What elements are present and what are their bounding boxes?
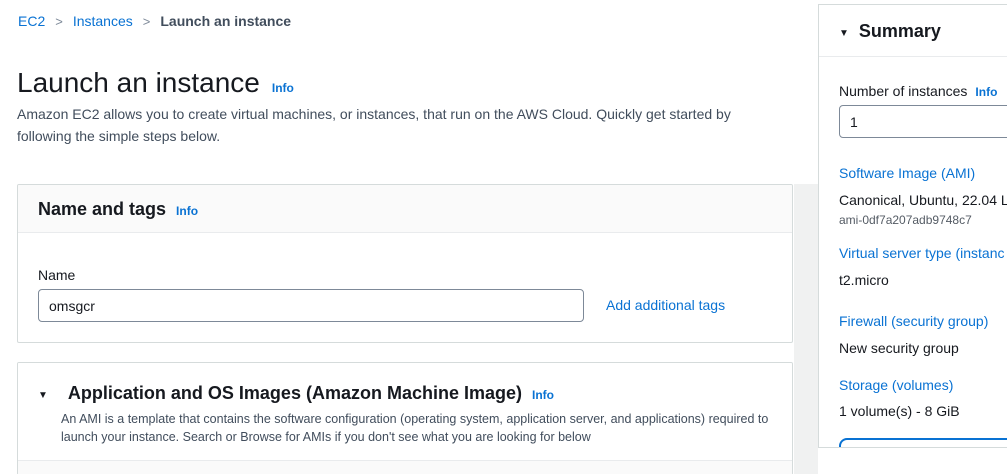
name-field-label: Name bbox=[38, 267, 75, 283]
launch-instance-page: EC2 > Instances > Launch an instance Lau… bbox=[0, 0, 1007, 474]
summary-title: Summary bbox=[859, 21, 941, 42]
collapse-arrow-icon[interactable]: ▼ bbox=[839, 28, 849, 39]
add-additional-tags-link[interactable]: Add additional tags bbox=[606, 297, 725, 313]
name-and-tags-info-link[interactable]: Info bbox=[176, 204, 198, 218]
summary-firewall-link[interactable]: Firewall (security group) bbox=[839, 313, 988, 329]
page-title: Launch an instance bbox=[17, 66, 260, 100]
breadcrumb-link-instances[interactable]: Instances bbox=[73, 13, 133, 29]
number-of-instances-info-link[interactable]: Info bbox=[975, 85, 997, 99]
summary-instance-type-value: t2.micro bbox=[839, 272, 889, 288]
number-of-instances-input[interactable] bbox=[839, 105, 1007, 138]
summary-storage-link[interactable]: Storage (volumes) bbox=[839, 377, 953, 393]
summary-storage-value: 1 volume(s) - 8 GiB bbox=[839, 403, 960, 419]
collapse-arrow-icon[interactable]: ▼ bbox=[38, 390, 48, 401]
ami-section-body bbox=[18, 460, 792, 474]
summary-software-image-value: Canonical, Ubuntu, 22.04 L bbox=[839, 192, 1007, 208]
summary-panel: ▼ Summary Number of instances Info Softw… bbox=[818, 4, 1007, 448]
ami-section-card: ▼ Application and OS Images (Amazon Mach… bbox=[17, 362, 793, 474]
name-input[interactable] bbox=[38, 289, 584, 322]
name-and-tags-card: Name and tags Info Name Add additional t… bbox=[17, 184, 793, 343]
summary-bottom-button[interactable] bbox=[839, 438, 1007, 448]
breadcrumb: EC2 > Instances > Launch an instance bbox=[18, 13, 291, 29]
summary-instance-type-link[interactable]: Virtual server type (instanc bbox=[839, 245, 1004, 261]
summary-firewall-value: New security group bbox=[839, 340, 959, 356]
ami-section-description: An AMI is a template that contains the s… bbox=[61, 410, 772, 446]
ami-section-title: Application and OS Images (Amazon Machin… bbox=[68, 383, 522, 404]
chevron-right-icon: > bbox=[55, 14, 63, 29]
content-gutter bbox=[794, 184, 818, 474]
page-title-info-link[interactable]: Info bbox=[272, 81, 294, 95]
name-and-tags-title: Name and tags bbox=[38, 199, 166, 220]
page-description: Amazon EC2 allows you to create virtual … bbox=[17, 103, 783, 147]
ami-section-info-link[interactable]: Info bbox=[532, 388, 554, 402]
summary-ami-id: ami-0df7a207adb9748c7 bbox=[839, 213, 972, 227]
breadcrumb-current: Launch an instance bbox=[160, 13, 291, 29]
number-of-instances-label: Number of instances bbox=[839, 83, 967, 99]
summary-software-image-link[interactable]: Software Image (AMI) bbox=[839, 165, 975, 181]
chevron-right-icon: > bbox=[143, 14, 151, 29]
breadcrumb-link-ec2[interactable]: EC2 bbox=[18, 13, 45, 29]
